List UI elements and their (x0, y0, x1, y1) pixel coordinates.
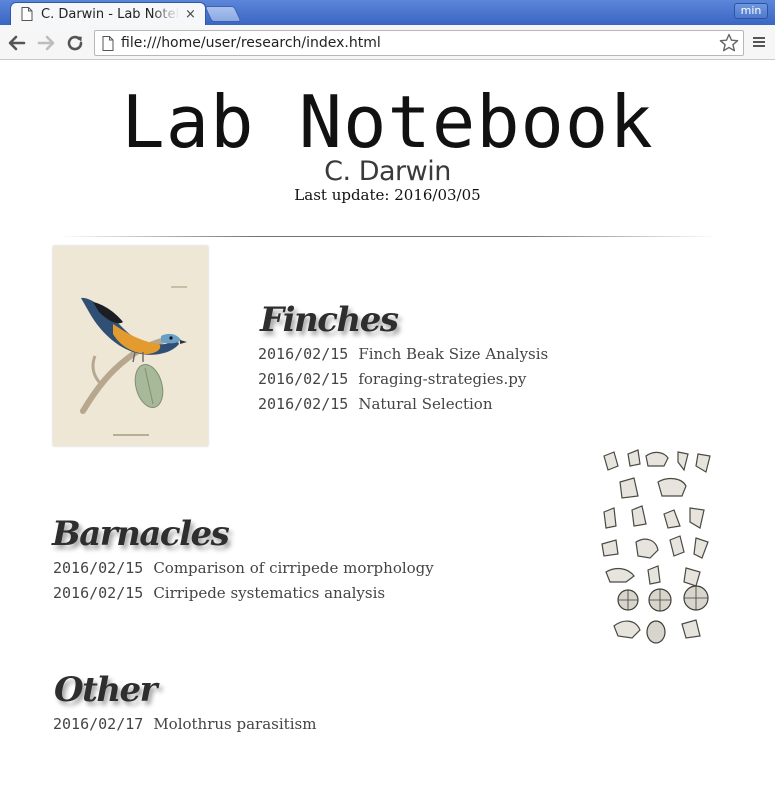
entry-date: 2016/02/15 (53, 559, 144, 577)
section-heading-other: Other (54, 670, 158, 710)
author-name: C. Darwin (324, 156, 451, 187)
finch-illustration (53, 246, 208, 446)
address-bar[interactable]: file:///home/user/research/index.html (94, 30, 744, 56)
reload-icon[interactable] (64, 32, 86, 54)
browser-titlebar: C. Darwin - Lab Notebook × min (0, 0, 775, 25)
browser-tab[interactable]: C. Darwin - Lab Notebook × (10, 2, 206, 25)
entry-date: 2016/02/15 (53, 584, 144, 602)
section-heading-finches: Finches (260, 300, 399, 340)
url-text[interactable]: file:///home/user/research/index.html (121, 35, 381, 51)
entry-link[interactable]: Cirripede systematics analysis (153, 584, 385, 602)
list-item[interactable]: 2016/02/15 foraging-strategies.py (258, 369, 526, 391)
entry-date: 2016/02/15 (258, 370, 349, 388)
divider (58, 236, 718, 237)
tab-title: C. Darwin - Lab Notebook (41, 6, 179, 22)
page-title: Lab Notebook (121, 80, 654, 164)
entry-link[interactable]: Comparison of cirripede morphology (153, 559, 433, 577)
new-tab-button[interactable] (204, 6, 242, 22)
list-item[interactable]: 2016/02/15 Finch Beak Size Analysis (258, 344, 548, 366)
entry-link[interactable]: foraging-strategies.py (358, 370, 526, 388)
barnacle-illustration (598, 448, 716, 648)
browser-toolbar: file:///home/user/research/index.html (0, 25, 775, 60)
entry-link[interactable]: Natural Selection (358, 395, 492, 413)
arrow-left-icon[interactable] (6, 32, 28, 54)
entry-date: 2016/02/15 (258, 345, 349, 363)
list-item[interactable]: 2016/02/15 Comparison of cirripede morpho… (53, 558, 434, 580)
entry-link[interactable]: Finch Beak Size Analysis (358, 345, 548, 363)
entry-link[interactable]: Molothrus parasitism (153, 715, 316, 733)
list-item[interactable]: 2016/02/17 Molothrus parasitism (53, 714, 316, 736)
minimize-button[interactable]: min (734, 3, 768, 19)
arrow-right-icon[interactable] (35, 32, 57, 54)
list-item[interactable]: 2016/02/15 Natural Selection (258, 394, 493, 416)
hamburger-menu-icon[interactable] (751, 34, 767, 50)
tab-close-icon[interactable]: × (185, 8, 196, 21)
list-item[interactable]: 2016/02/15 Cirripede systematics analysis (53, 583, 385, 605)
entry-date: 2016/02/17 (53, 715, 144, 733)
page-icon (102, 36, 114, 51)
entry-date: 2016/02/15 (258, 395, 349, 413)
page-icon (21, 7, 33, 21)
star-icon[interactable] (719, 33, 739, 53)
last-update: Last update: 2016/03/05 (294, 186, 481, 204)
section-heading-barnacles: Barnacles (52, 514, 230, 554)
